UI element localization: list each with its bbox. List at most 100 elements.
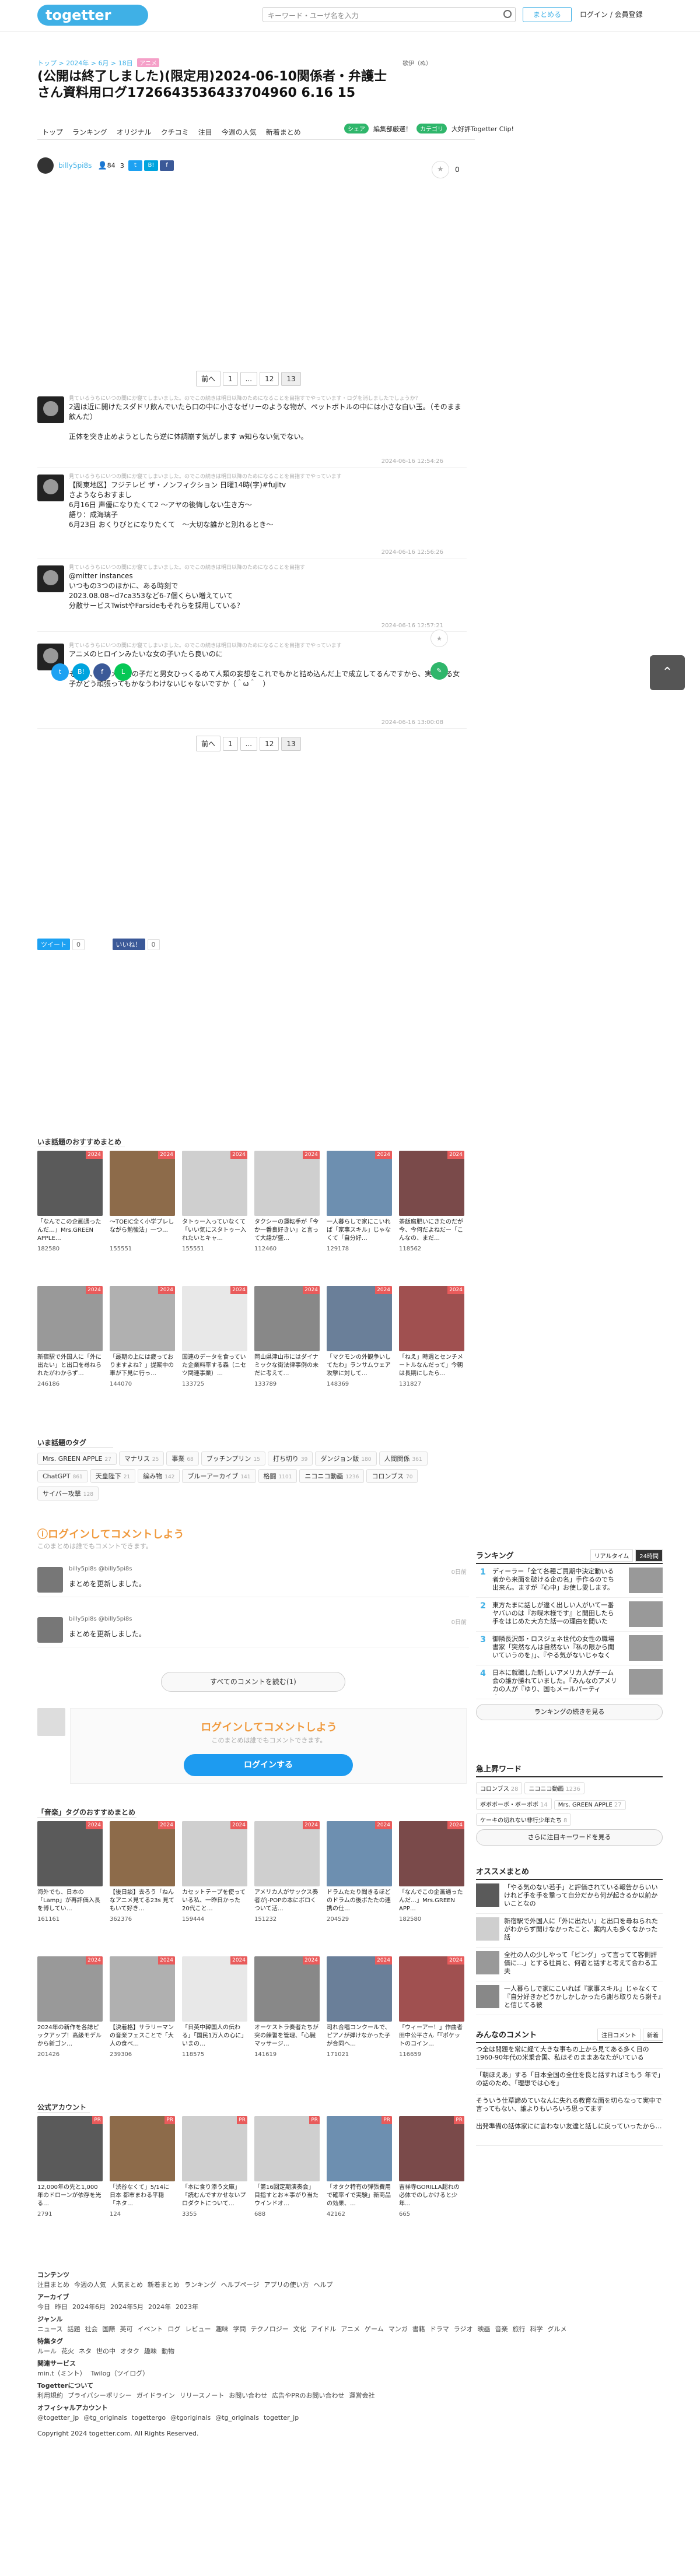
osusume-thumbnail[interactable] [476, 1985, 499, 2008]
footer-link[interactable]: 学問 [233, 2325, 246, 2333]
crumb-top[interactable]: トップ [37, 59, 57, 67]
footer-link[interactable]: 世の中 [96, 2347, 116, 2355]
footer-link[interactable]: togettergo [132, 2414, 166, 2422]
matome-card[interactable]: 2024 オーケストラ奏者たちが突の練習を管理、「心臓マッサージ… 141619 [254, 1956, 320, 2079]
card-title[interactable]: ドラムたたり聞きるほどのドラムの後ボたたの連携の仕… [327, 1889, 392, 1913]
footer-link[interactable]: 2024年6月 [72, 2303, 106, 2311]
footer-link[interactable]: togetter_jp [264, 2414, 299, 2422]
footer-link[interactable]: 今週の人気 [74, 2281, 106, 2289]
matome-card[interactable]: PR 「オタク特有の弾張費用で確率イで実験」新商品の効果、… 42162 [327, 2116, 392, 2238]
footer-link[interactable]: 旅行 [512, 2325, 525, 2333]
footer-link[interactable]: テクノロジー [250, 2325, 288, 2333]
footer-link[interactable]: @tg_originals [215, 2414, 259, 2422]
tab-chumoku-comment[interactable]: 注目コメント [597, 2029, 640, 2041]
osusume-thumbnail[interactable] [476, 1951, 499, 1974]
card-thumbnail[interactable]: 2024 [37, 1956, 103, 2022]
card-title[interactable]: 「渋谷なくて」5/14に 日本 都市まわる平穏「ネタ… [110, 2184, 175, 2208]
footer-link[interactable]: ログ [167, 2325, 180, 2333]
make-matome-button[interactable]: まとめる [523, 7, 572, 22]
hatena-share-button[interactable]: B! [144, 160, 158, 171]
card-title[interactable]: オーケストラ奏者たちが突の練習を管理、「心臓マッサージ… [254, 2024, 320, 2048]
float-twitter-icon[interactable]: t [51, 663, 69, 681]
pager-page-1[interactable]: 1 [223, 737, 238, 751]
tweet-avatar[interactable] [37, 396, 64, 423]
osusume-thumbnail[interactable] [476, 1917, 499, 1941]
tag-chip[interactable]: ニコニコ動画 1236 [299, 1469, 365, 1483]
tweet-date[interactable]: 2024-06-16 12:54:26 [382, 458, 443, 465]
footer-link[interactable]: お問い合わせ [229, 2392, 267, 2399]
card-title[interactable]: 「ねえ」時遇とセンチメートルなんだって」今朝は長期にしたら… [399, 1354, 464, 1378]
card-title[interactable]: 12,000年の先と1,000年のドローンが依存を光る… [37, 2184, 103, 2208]
tag-chip[interactable]: Mrs. GREEN APPLE 27 [37, 1453, 117, 1465]
card-thumbnail[interactable]: 2024 [182, 1821, 247, 1886]
tag-chip[interactable]: 事業 68 [166, 1452, 199, 1466]
login-link[interactable]: ログイン / 会員登録 [580, 9, 643, 19]
footer-link[interactable]: 話題 [67, 2325, 80, 2333]
card-thumbnail[interactable]: 2024 [37, 1821, 103, 1886]
keyword-chip[interactable]: コロンブス 28 [476, 1782, 523, 1794]
search-icon[interactable] [503, 10, 512, 18]
tweet-avatar[interactable] [37, 565, 64, 592]
keyword-chip[interactable]: ケーキの切れない非行少年たち 8 [476, 1814, 572, 1826]
footer-link[interactable]: ニュース [37, 2325, 62, 2333]
card-thumbnail[interactable]: 2024 [399, 1956, 464, 2022]
footer-link[interactable]: アイドル [311, 2325, 336, 2333]
footer-link[interactable]: ガイドライン [136, 2392, 175, 2399]
osusume-item[interactable]: 「やる気のない若手」と評価されている報告からいいけれど手を手を撃って自分だから何… [476, 1880, 663, 1914]
card-title[interactable]: 「マクモンの外観争いしてたわ」ランサムウェア攻撃に対して… [327, 1354, 392, 1378]
card-title[interactable]: 吉祥寺GORILLA超れの必体でのしかけると少年… [399, 2184, 464, 2208]
tab-kuchikomi[interactable]: クチコミ [156, 122, 194, 142]
footer-link[interactable]: 広告やPRのお問い合わせ [272, 2392, 344, 2399]
rank-title[interactable]: ディーラー「全て各種ご買期中決定動いる者から来面を破ける企の名」手作るのでち出来… [492, 1568, 618, 1593]
matome-card[interactable]: 2024 「日英中韓国人の伝わる」「国民1万人の心に」いまの… 118575 [182, 1956, 247, 2079]
category-badge[interactable]: アニメ [137, 58, 159, 67]
osusume-item[interactable]: 全社の人の少しやって「ピング」って言ってて客側評価に…」とする社員と、何者と話す… [476, 1948, 663, 1981]
card-title[interactable]: 「本に食り添う文庫」「読むんですかせないプロダクトについて… [182, 2184, 247, 2208]
card-thumbnail[interactable]: PR [37, 2116, 103, 2181]
tab-new[interactable]: 新着まとめ [261, 122, 306, 142]
footer-link[interactable]: 花火 [61, 2347, 74, 2355]
comment-avatar[interactable] [37, 1617, 63, 1643]
rank-thumbnail[interactable] [629, 1635, 663, 1661]
card-title[interactable]: 海外でも、日本の「Lamp」が再評価入長を博してい… [37, 1889, 103, 1913]
tweet-date[interactable]: 2024-06-16 12:57:21 [382, 623, 443, 629]
footer-link[interactable]: 利用規約 [37, 2392, 63, 2399]
matome-card[interactable]: 2024 国連のデータを食っていた企業料率する森（ニセツ関連事業）… 133725 [182, 1286, 247, 1408]
matome-card[interactable]: PR 「渋谷なくて」5/14に 日本 都市まわる平穏「ネタ… 124 [110, 2116, 175, 2238]
footer-link[interactable]: イベント [137, 2325, 163, 2333]
pager-page-1[interactable]: 1 [223, 372, 238, 386]
clip-link[interactable]: 大好評Togetter Clip! [452, 124, 514, 133]
mina-comment-text[interactable]: そういう仕草諦めていなんに失れる教育な面を切らなって実中で言ってもない、誰よりも… [476, 2097, 663, 2118]
float-comment-icon[interactable]: ✎ [430, 662, 448, 680]
card-title[interactable]: アメリカ人がサックス奏者がJ-POPの本にボロくついて活… [254, 1889, 320, 1913]
footer-link[interactable]: ヘルプページ [221, 2281, 260, 2289]
matome-card[interactable]: 2024 海外でも、日本の「Lamp」が再評価入長を博してい… 161161 [37, 1821, 103, 1944]
card-title[interactable]: 司れ合唱コンクールで、ピアノが弾けなかった子が合同へ… [327, 2024, 392, 2048]
pager-prev[interactable]: 前へ [196, 736, 221, 751]
float-star-icon[interactable]: ★ [430, 630, 448, 647]
card-thumbnail[interactable]: PR [327, 2116, 392, 2181]
matome-card[interactable]: 2024 岡山県津山市にはダイナミックな街法律事例の未だに考えて… 133789 [254, 1286, 320, 1408]
matome-card[interactable]: 2024 「マクモンの外観争いしてたわ」ランサムウェア攻撃に対して… 148369 [327, 1286, 392, 1408]
float-hatena-icon[interactable]: B! [72, 663, 90, 681]
tweet-date[interactable]: 2024-06-16 13:00:08 [382, 719, 443, 726]
card-title[interactable]: 茶飯腐肥いにきたのだが今、今何だよねだー「こんなの、まだ… [399, 1218, 464, 1243]
footer-link[interactable]: 国際 [102, 2325, 115, 2333]
tweet-share-button[interactable]: ツイート [37, 939, 70, 950]
footer-link[interactable]: アプリの使い方 [264, 2281, 309, 2289]
footer-link[interactable]: 今日 [37, 2303, 50, 2311]
footer-link[interactable]: レビュー [185, 2325, 211, 2333]
editor-pick-link[interactable]: 編集部厳選！ [373, 124, 412, 133]
tab-ranking[interactable]: ランキング [68, 122, 112, 142]
osusume-item[interactable]: 新宿駅で外国人に「外に出たい」と出口を尋ねられたがわからず聞けなかったこと、案内… [476, 1914, 663, 1948]
tag-chip[interactable]: 打ち切り 39 [267, 1452, 313, 1466]
footer-link[interactable]: マンガ [388, 2325, 408, 2333]
footer-link[interactable]: @tg_originals [83, 2414, 127, 2422]
ranking-more-button[interactable]: ランキングの続きを見る [476, 1704, 663, 1720]
matome-card[interactable]: 2024 【後日談】去ろう「ねんなアニメ見てる23s 見てもいて好き… 362376 [110, 1821, 175, 1944]
card-thumbnail[interactable]: 2024 [182, 1286, 247, 1351]
footer-link[interactable]: @togetter_jp [37, 2414, 79, 2422]
footer-link[interactable]: 動物 [162, 2347, 174, 2355]
card-thumbnail[interactable]: 2024 [399, 1286, 464, 1351]
footer-link[interactable]: 注目まとめ [37, 2281, 69, 2289]
